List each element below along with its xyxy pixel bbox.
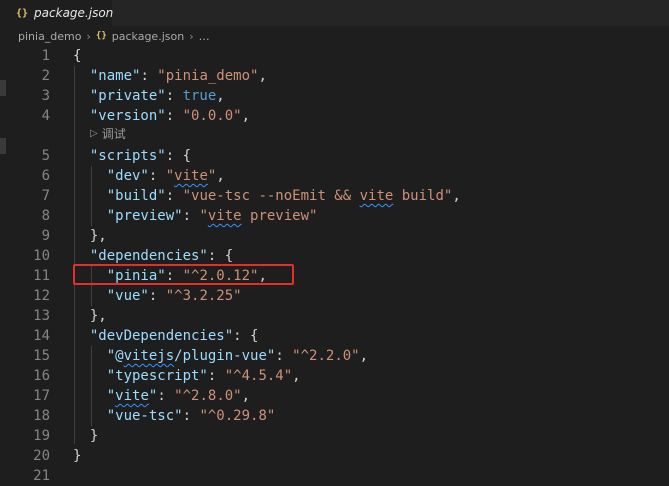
code-text: "dev": "vite", (106, 168, 225, 184)
line-number: 7 (41, 188, 50, 204)
breadcrumb-folder[interactable]: pinia_demo (18, 30, 82, 43)
code-text: "typescript": "^4.5.4", (106, 368, 301, 384)
code-text: "vite": "^2.8.0", (106, 388, 251, 404)
line-number: 2 (41, 68, 50, 84)
line-number: 21 (33, 468, 50, 484)
code-text: "name": "pinia_demo", (89, 68, 267, 84)
line-number: 18 (33, 408, 50, 424)
code-text: "devDependencies": { (89, 328, 259, 344)
highlight-box (73, 264, 294, 285)
code-line: 12 "vue": "^3.2.25" (0, 286, 669, 306)
code-line: 13 }, (0, 306, 669, 326)
code-line: 6 "dev": "vite", (0, 166, 669, 186)
json-file-icon: {} (16, 7, 29, 19)
line-number: 4 (41, 108, 50, 124)
tab-bar: {} package.json (0, 0, 669, 26)
code-line: 20 } (0, 446, 669, 466)
tab-label: package.json (34, 6, 114, 20)
code-line: 3 "private": true, (0, 86, 669, 106)
breadcrumb: pinia_demo › {} package.json › … (0, 26, 669, 46)
code-text: "preview": "vite preview" (106, 208, 318, 224)
code-line: 2 "name": "pinia_demo", (0, 66, 669, 86)
line-number: 5 (41, 148, 50, 164)
line-number: 10 (33, 248, 50, 264)
line-number: 14 (33, 328, 50, 344)
code-text: "scripts": { (89, 148, 192, 164)
line-number: 11 (33, 268, 50, 284)
debug-codelens-label: 调试 (101, 127, 126, 141)
line-number: 20 (33, 448, 50, 464)
code-line: 16 "typescript": "^4.5.4", (0, 366, 669, 386)
line-number: 13 (33, 308, 50, 324)
line-number: 6 (41, 168, 50, 184)
json-file-icon: {} (95, 31, 107, 41)
play-icon: ▷ (90, 128, 98, 139)
code-text: "private": true, (89, 88, 225, 104)
code-line: 8 "preview": "vite preview" (0, 206, 669, 226)
code-text: } (73, 448, 82, 464)
code-text: "dependencies": { (89, 248, 234, 264)
code-text: "vue-tsc": "^0.29.8" (106, 408, 276, 424)
line-number: 3 (41, 88, 50, 104)
code-text: "build": "vue-tsc --noEmit && vite build… (106, 188, 461, 204)
code-text: "vue": "^3.2.25" (106, 288, 242, 304)
line-number: 19 (33, 428, 50, 444)
code-editor[interactable]: 1 { 2 "name": "pinia_demo", 3 "private":… (0, 46, 669, 484)
code-line: 18 "vue-tsc": "^0.29.8" (0, 406, 669, 426)
code-line: 7 "build": "vue-tsc --noEmit && vite bui… (0, 186, 669, 206)
breadcrumb-file[interactable]: package.json (112, 30, 184, 43)
code-line: 1 { (0, 46, 669, 66)
code-line: 10 "dependencies": { (0, 246, 669, 266)
code-text: { (73, 48, 82, 64)
code-line: 5 "scripts": { (0, 146, 669, 166)
code-text: "@vitejs/plugin-vue": "^2.2.0", (106, 348, 369, 364)
chevron-right-icon: › (86, 29, 91, 43)
code-text: } (89, 428, 99, 444)
code-line: 4 "version": "0.0.0", (0, 106, 669, 126)
code-text: }, (89, 228, 107, 244)
breadcrumb-symbol[interactable]: … (199, 30, 210, 43)
code-text: }, (89, 308, 107, 324)
tab-package-json[interactable]: {} package.json (0, 0, 114, 26)
code-text: "version": "0.0.0", (89, 108, 251, 124)
chevron-right-icon: › (189, 29, 194, 43)
code-line: 21 (0, 466, 669, 486)
code-line: 19 } (0, 426, 669, 446)
code-line: 9 }, (0, 226, 669, 246)
line-number: 16 (33, 368, 50, 384)
debug-codelens[interactable]: ▷ 调试 (90, 124, 126, 144)
line-number: 12 (33, 288, 50, 304)
code-line: 15 "@vitejs/plugin-vue": "^2.2.0", (0, 346, 669, 366)
line-number: 9 (41, 228, 50, 244)
line-number: 1 (41, 48, 50, 64)
line-number: 8 (41, 208, 50, 224)
code-line: 17 "vite": "^2.8.0", (0, 386, 669, 406)
code-line: 14 "devDependencies": { (0, 326, 669, 346)
line-number: 15 (33, 348, 50, 364)
line-number: 17 (33, 388, 50, 404)
